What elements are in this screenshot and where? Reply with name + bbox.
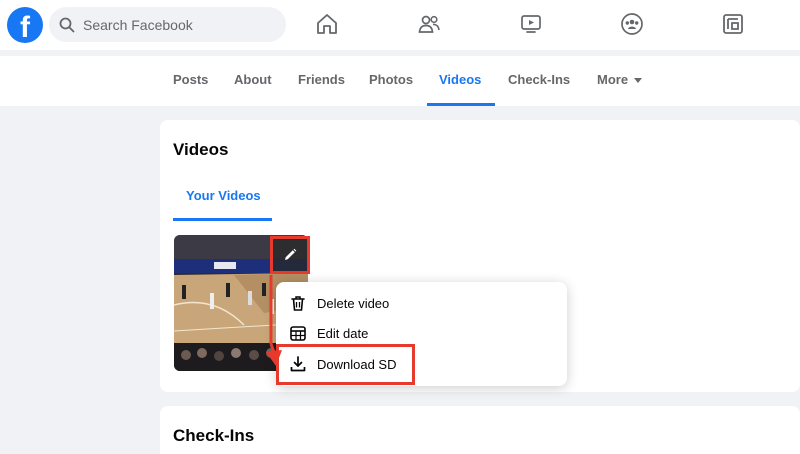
search-input[interactable] <box>83 16 273 33</box>
tab-friends[interactable]: Friends <box>298 56 345 106</box>
friends-nav-button[interactable] <box>415 10 443 38</box>
your-videos-tab-indicator <box>173 218 272 221</box>
facebook-logo[interactable]: f <box>7 7 43 43</box>
search-box[interactable] <box>49 7 286 42</box>
groups-icon <box>621 13 643 35</box>
friends-icon <box>418 15 440 33</box>
watch-nav-button[interactable] <box>517 10 545 38</box>
tab-more[interactable]: More <box>597 56 643 106</box>
tab-more-label: More <box>597 72 629 87</box>
download-sd-highlight <box>276 344 415 385</box>
gaming-nav-button[interactable] <box>719 10 747 38</box>
profile-tab-strip: Posts About Friends Photos Videos Check-… <box>0 56 800 106</box>
search-icon <box>59 17 75 32</box>
calendar-icon <box>290 326 306 341</box>
delete-video-menu-item[interactable]: Delete video <box>284 289 389 317</box>
edit-date-menu-item[interactable]: Edit date <box>284 319 368 347</box>
pencil-icon <box>285 248 297 260</box>
trash-icon <box>291 296 305 311</box>
edit-video-button[interactable] <box>270 236 310 274</box>
caret-down-icon <box>634 78 643 84</box>
edit-date-label: Edit date <box>317 325 369 341</box>
tab-posts[interactable]: Posts <box>173 56 208 106</box>
tab-check-ins[interactable]: Check-Ins <box>508 56 570 106</box>
tab-about[interactable]: About <box>234 56 272 106</box>
tab-videos[interactable]: Videos <box>426 56 496 106</box>
tab-photos[interactable]: Photos <box>369 56 413 106</box>
home-nav-button[interactable] <box>313 10 341 38</box>
groups-nav-button[interactable] <box>618 10 646 38</box>
gaming-icon <box>723 14 743 34</box>
check-ins-heading: Check-Ins <box>173 426 255 445</box>
logo-letter: f <box>20 11 30 43</box>
top-navigation-bar: f <box>0 0 800 50</box>
check-ins-card: Check-Ins <box>160 406 800 454</box>
home-icon <box>317 14 337 34</box>
your-videos-tab[interactable]: Your Videos <box>186 188 261 203</box>
delete-video-label: Delete video <box>317 295 390 311</box>
videos-heading: Videos <box>173 140 229 159</box>
watch-icon <box>521 15 541 33</box>
